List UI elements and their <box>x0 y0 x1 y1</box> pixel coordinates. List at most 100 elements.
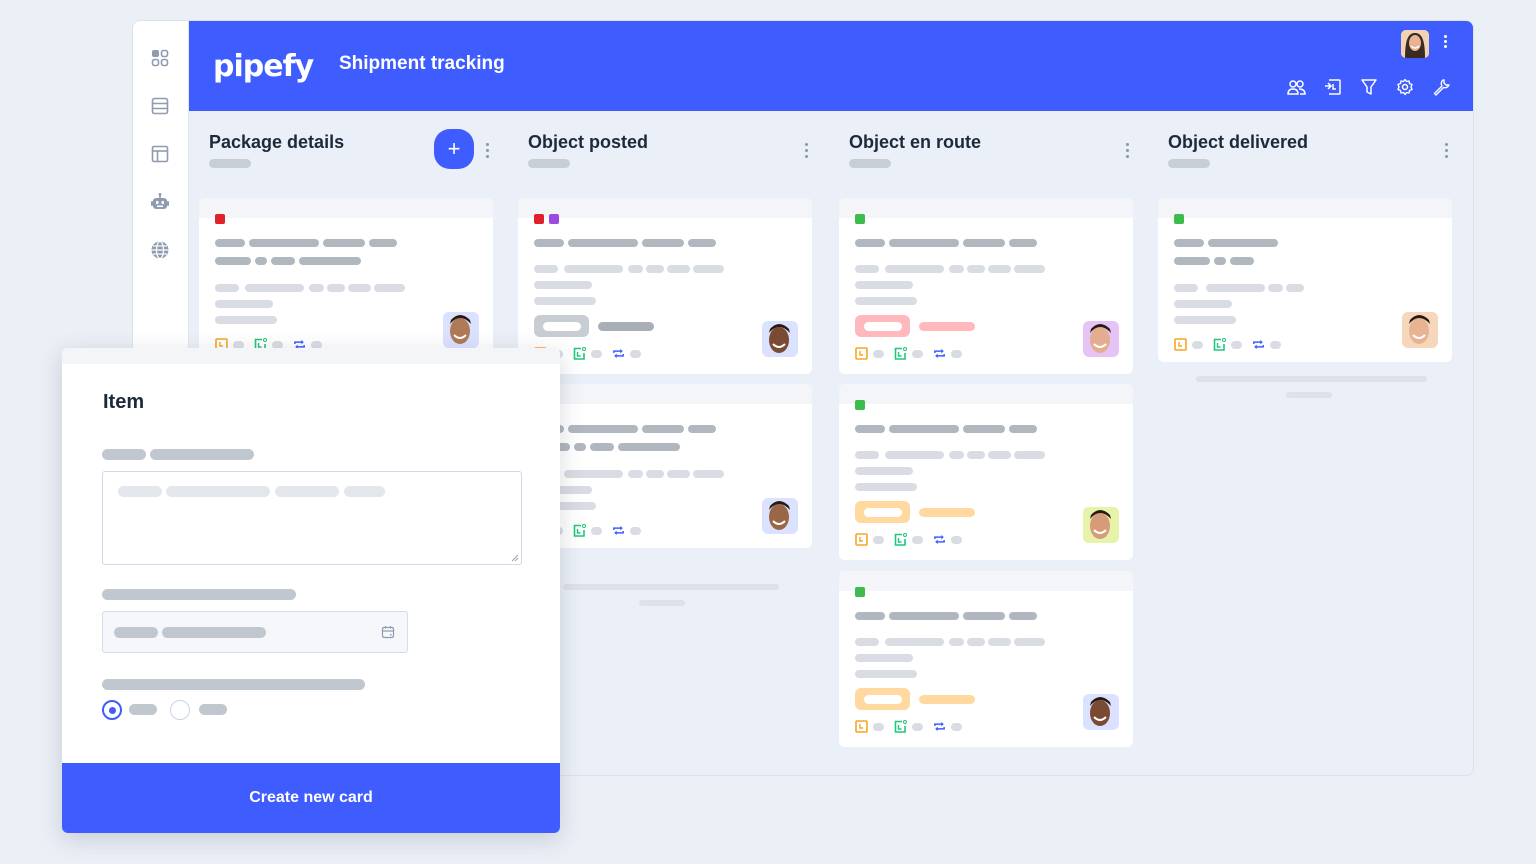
field-label <box>102 679 365 690</box>
card[interactable] <box>1158 198 1452 362</box>
text-placeholder <box>590 443 614 451</box>
assignee-avatar[interactable] <box>762 498 798 534</box>
pipe-header: pipefy Shipment tracking <box>189 21 1473 111</box>
wrench-icon[interactable] <box>1431 77 1451 97</box>
layout-icon[interactable] <box>149 143 171 165</box>
phase-count <box>1168 159 1210 168</box>
card[interactable] <box>839 384 1133 560</box>
due-date-icon <box>855 533 868 546</box>
text-placeholder <box>1009 425 1037 433</box>
text-placeholder <box>988 451 1011 459</box>
load-more-placeholder <box>1196 376 1427 382</box>
checklist-icon <box>894 720 907 733</box>
text-placeholder <box>693 265 724 273</box>
text-placeholder <box>309 284 324 292</box>
globe-icon[interactable] <box>149 239 171 261</box>
text-placeholder <box>1174 316 1236 324</box>
repeat-icon <box>934 348 945 359</box>
assignee-avatar[interactable] <box>1083 694 1119 730</box>
user-avatar[interactable] <box>1401 30 1429 58</box>
pipe-title[interactable]: Shipment tracking <box>339 53 505 75</box>
text-placeholder <box>855 297 917 305</box>
text-placeholder <box>855 670 917 678</box>
header-more-icon[interactable] <box>1444 35 1447 48</box>
card[interactable] <box>518 384 812 548</box>
text-placeholder <box>1009 239 1037 247</box>
add-card-button[interactable]: + <box>434 129 474 169</box>
text-placeholder <box>642 239 684 247</box>
field-label <box>102 589 296 600</box>
assignee-avatar[interactable] <box>1083 321 1119 357</box>
card[interactable] <box>199 198 493 362</box>
filter-icon[interactable] <box>1359 77 1379 97</box>
text-placeholder <box>667 470 690 478</box>
card-footer <box>1174 338 1291 351</box>
text-placeholder <box>574 443 586 451</box>
card[interactable] <box>839 198 1133 374</box>
tag-badge <box>534 315 589 337</box>
members-icon[interactable] <box>1287 77 1307 97</box>
database-icon[interactable] <box>149 95 171 117</box>
assignee-avatar[interactable] <box>443 312 479 348</box>
text-placeholder <box>369 239 397 247</box>
phase-more-icon[interactable] <box>805 143 808 158</box>
phase-count <box>849 159 891 168</box>
assignee-avatar[interactable] <box>1402 312 1438 348</box>
label-chip <box>215 214 225 224</box>
date-field[interactable] <box>102 611 408 653</box>
text-placeholder <box>1174 239 1204 247</box>
text-placeholder <box>1014 638 1045 646</box>
repeat-icon <box>613 525 624 536</box>
text-placeholder <box>988 265 1011 273</box>
assignee-avatar[interactable] <box>1083 507 1119 543</box>
phase-more-icon[interactable] <box>486 143 489 158</box>
text-placeholder <box>327 284 345 292</box>
text-placeholder <box>885 265 944 273</box>
phase-count <box>209 159 251 168</box>
repeat-icon <box>1253 339 1264 350</box>
card[interactable] <box>518 198 812 374</box>
text-placeholder <box>1206 284 1265 292</box>
text-placeholder <box>688 239 716 247</box>
tag-badge <box>855 501 910 523</box>
text-placeholder <box>564 470 623 478</box>
text-placeholder <box>855 654 913 662</box>
card[interactable] <box>839 571 1133 747</box>
label-chip <box>549 214 559 224</box>
repeat-icon <box>934 721 945 732</box>
pipefy-logo[interactable]: pipefy <box>213 49 314 84</box>
text-placeholder <box>1174 300 1232 308</box>
settings-icon[interactable] <box>1395 77 1415 97</box>
text-placeholder <box>1208 239 1278 247</box>
checklist-icon <box>894 347 907 360</box>
text-placeholder <box>949 638 964 646</box>
text-placeholder <box>855 451 879 459</box>
apps-icon[interactable] <box>149 47 171 69</box>
import-icon[interactable] <box>1323 77 1343 97</box>
label-chip <box>855 400 865 410</box>
text-placeholder <box>855 281 913 289</box>
text-placeholder <box>618 443 680 451</box>
phase-more-icon[interactable] <box>1445 143 1448 158</box>
load-more-placeholder <box>1286 392 1332 398</box>
radio-option-2[interactable] <box>170 700 190 720</box>
text-placeholder <box>889 239 959 247</box>
resize-handle-icon[interactable] <box>511 554 519 562</box>
radio-option-1[interactable] <box>102 700 122 720</box>
label-chip <box>855 214 865 224</box>
text-placeholder <box>245 284 304 292</box>
text-placeholder <box>1230 257 1254 265</box>
text-placeholder <box>564 265 623 273</box>
bot-icon[interactable] <box>149 191 171 213</box>
checklist-icon <box>573 524 586 537</box>
create-new-card-button[interactable]: Create new card <box>62 763 560 833</box>
text-placeholder <box>967 451 985 459</box>
assignee-avatar[interactable] <box>762 321 798 357</box>
field-label <box>150 449 254 460</box>
calendar-icon[interactable] <box>381 625 395 639</box>
tag-text-placeholder <box>919 322 975 331</box>
card-labels <box>855 587 865 597</box>
phase-more-icon[interactable] <box>1126 143 1129 158</box>
text-placeholder <box>1286 284 1304 292</box>
item-textarea[interactable] <box>102 471 522 565</box>
